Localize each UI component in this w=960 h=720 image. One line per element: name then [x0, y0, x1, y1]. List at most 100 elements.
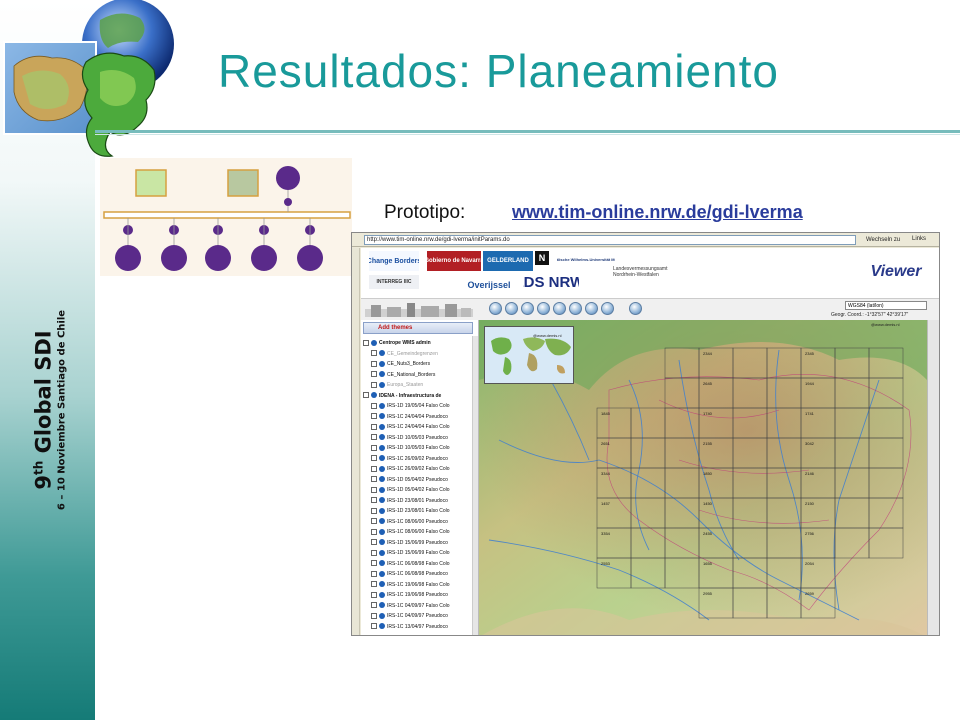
layer-info-icon[interactable]: [379, 455, 385, 462]
layer-checkbox[interactable]: [371, 476, 377, 483]
zoom-box-icon[interactable]: [521, 302, 534, 315]
theme-layer-item[interactable]: IRS-1D 05/04/02 Falso Colo: [371, 485, 450, 495]
layer-info-icon[interactable]: [371, 392, 377, 399]
layer-checkbox[interactable]: [371, 444, 377, 451]
layer-info-icon[interactable]: [379, 518, 385, 525]
theme-layer-item[interactable]: IRS-1D 23/08/01 Falso Colo: [371, 506, 450, 516]
layer-checkbox[interactable]: [371, 465, 377, 472]
theme-layer-item[interactable]: CE_Gemeindegrenzen: [371, 349, 438, 359]
theme-layer-item[interactable]: IRS-1C 08/06/00 Falso Colo: [371, 527, 450, 537]
theme-layer-item[interactable]: IRS-1D 15/06/99 Pseudoco: [371, 538, 448, 548]
layer-info-icon[interactable]: [379, 612, 385, 619]
go-button[interactable]: Wechseln zu: [866, 235, 906, 245]
theme-layer-item[interactable]: IRS-1D 19/05/04 Falso Colo: [371, 401, 450, 411]
layer-checkbox[interactable]: [371, 486, 377, 493]
layer-checkbox[interactable]: [371, 350, 377, 357]
layer-info-icon[interactable]: [379, 486, 385, 493]
layer-checkbox[interactable]: [363, 339, 369, 346]
layer-info-icon[interactable]: [379, 402, 385, 409]
layer-checkbox[interactable]: [371, 371, 377, 378]
layer-checkbox[interactable]: [371, 612, 377, 619]
prototype-link[interactable]: www.tim-online.nrw.de/gdi-lverma: [512, 202, 803, 223]
theme-layer-item[interactable]: IRS-1C 04/09/97 Falso Colo: [371, 601, 450, 611]
layer-checkbox[interactable]: [371, 549, 377, 556]
layer-info-icon[interactable]: [379, 371, 385, 378]
theme-layer-item[interactable]: IRS-1D 23/08/01 Pseudoco: [371, 496, 448, 506]
overview-map[interactable]: @www.demis.nl: [484, 326, 574, 384]
layer-checkbox[interactable]: [371, 539, 377, 546]
layer-info-icon[interactable]: [371, 339, 377, 346]
address-input[interactable]: http://www.tim-online.nrw.de/gdi-lverma/…: [364, 235, 856, 245]
layer-info-icon[interactable]: [379, 465, 385, 472]
layer-checkbox[interactable]: [371, 402, 377, 409]
layer-info-icon[interactable]: [379, 350, 385, 357]
layer-info-icon[interactable]: [379, 497, 385, 504]
layer-info-icon[interactable]: [379, 549, 385, 556]
theme-layer-item[interactable]: IRS-1C 04/09/97 Pseudoco: [371, 611, 448, 621]
layer-checkbox[interactable]: [371, 423, 377, 430]
theme-layer-item[interactable]: IRS-1C 13/04/97 Pseudoco: [371, 622, 448, 632]
zoom-in-icon[interactable]: [489, 302, 502, 315]
layer-checkbox[interactable]: [363, 392, 369, 399]
map-scrollbar[interactable]: [927, 320, 939, 635]
layer-checkbox[interactable]: [371, 360, 377, 367]
layer-checkbox[interactable]: [371, 507, 377, 514]
layer-info-icon[interactable]: [379, 570, 385, 577]
layer-checkbox[interactable]: [371, 381, 377, 388]
layer-info-icon[interactable]: [379, 581, 385, 588]
layer-info-icon[interactable]: [379, 539, 385, 546]
map-view[interactable]: 2344 2345 2645 1944 1845 1740 1741 2651 2155 3042…: [479, 320, 927, 635]
layer-checkbox[interactable]: [371, 581, 377, 588]
layer-checkbox[interactable]: [371, 497, 377, 504]
theme-layer-item[interactable]: CE_National_Borders: [371, 370, 435, 380]
layer-checkbox[interactable]: [371, 560, 377, 567]
layer-info-icon[interactable]: [379, 444, 385, 451]
links-button[interactable]: Links: [912, 236, 926, 242]
layer-info-icon[interactable]: [379, 507, 385, 514]
layer-checkbox[interactable]: [371, 591, 377, 598]
theme-layer-item[interactable]: CE_Nuts3_Borders: [371, 359, 430, 369]
layer-checkbox[interactable]: [371, 434, 377, 441]
theme-layer-item[interactable]: IRS-1C 08/06/00 Pseudoco: [371, 517, 448, 527]
zoom-out-icon[interactable]: [505, 302, 518, 315]
layer-info-icon[interactable]: [379, 476, 385, 483]
theme-layer-item[interactable]: IRS-1D 15/06/99 Falso Colo: [371, 548, 450, 558]
info-icon[interactable]: [553, 302, 566, 315]
layer-info-icon[interactable]: [379, 591, 385, 598]
layer-info-icon[interactable]: [379, 381, 385, 388]
layer-checkbox[interactable]: [371, 413, 377, 420]
layer-info-icon[interactable]: [379, 528, 385, 535]
back-icon[interactable]: [585, 302, 598, 315]
theme-layer-item[interactable]: IRS-1C 06/08/98 Pseudoco: [371, 569, 448, 579]
hand-icon[interactable]: [569, 302, 582, 315]
theme-group[interactable]: Centrope WMS admin: [363, 338, 431, 348]
settings-icon[interactable]: [629, 302, 642, 315]
print-icon[interactable]: [601, 302, 614, 315]
layer-info-icon[interactable]: [379, 434, 385, 441]
layer-info-icon[interactable]: [379, 560, 385, 567]
theme-layer-item[interactable]: IRS-1D 10/05/03 Falso Colo: [371, 443, 450, 453]
theme-layer-item[interactable]: IRS-1C 19/06/98 Falso Colo: [371, 580, 450, 590]
layer-checkbox[interactable]: [371, 528, 377, 535]
theme-layer-item[interactable]: IRS-1D 05/04/02 Pseudoco: [371, 475, 448, 485]
layer-info-icon[interactable]: [379, 423, 385, 430]
pan-icon[interactable]: [537, 302, 550, 315]
theme-layer-item[interactable]: IRS-1D 10/05/03 Pseudoco: [371, 433, 448, 443]
theme-layer-item[interactable]: Europa_Staaten: [371, 380, 423, 390]
layer-info-icon[interactable]: [379, 602, 385, 609]
layer-info-icon[interactable]: [379, 360, 385, 367]
layer-checkbox[interactable]: [371, 602, 377, 609]
layer-checkbox[interactable]: [371, 455, 377, 462]
layer-info-icon[interactable]: [379, 623, 385, 630]
layer-info-icon[interactable]: [379, 413, 385, 420]
theme-layer-item[interactable]: IRS-1C 06/08/98 Falso Colo: [371, 559, 450, 569]
theme-group[interactable]: IDENA - Infraestructura de: [363, 391, 441, 401]
themes-scrollbar[interactable]: [472, 336, 478, 635]
theme-layer-item[interactable]: IRS-1C 24/04/04 Falso Colo: [371, 422, 450, 432]
theme-layer-item[interactable]: IRS-1C 26/09/02 Pseudoco: [371, 454, 448, 464]
theme-layer-item[interactable]: IRS-1C 24/04/04 Pseudoco: [371, 412, 448, 422]
theme-layer-item[interactable]: IRS-1C 26/09/02 Falso Colo: [371, 464, 450, 474]
crs-select[interactable]: WGS84 (lat/lon): [845, 301, 927, 310]
layer-checkbox[interactable]: [371, 623, 377, 630]
layer-checkbox[interactable]: [371, 518, 377, 525]
